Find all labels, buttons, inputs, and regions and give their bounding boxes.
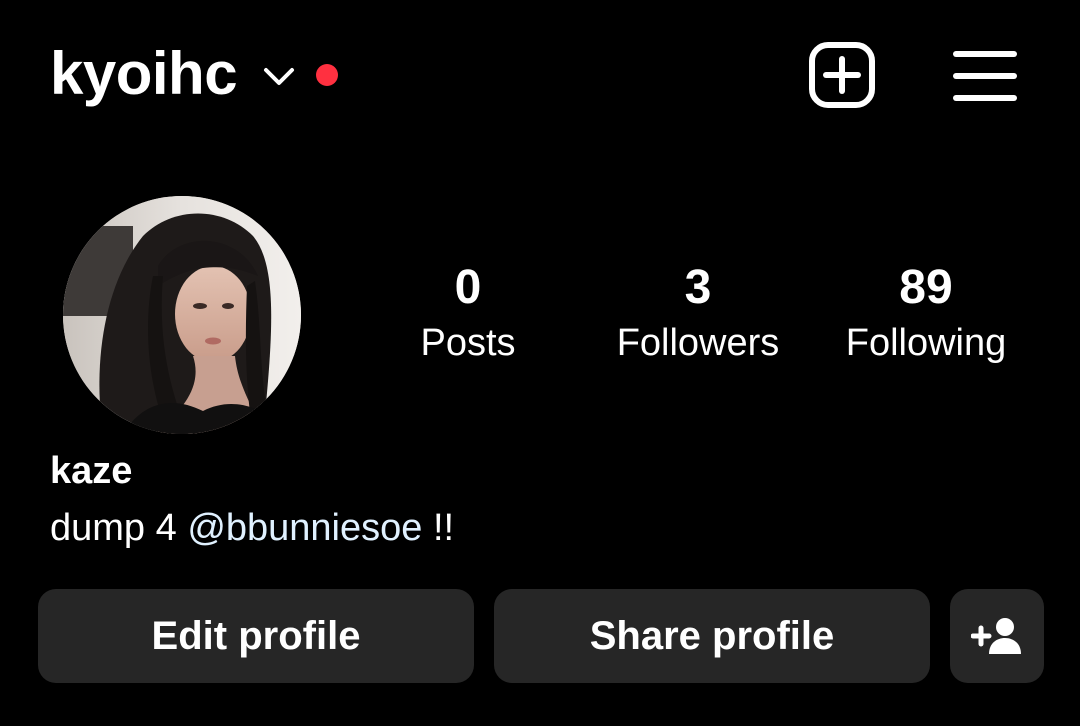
add-person-icon	[971, 618, 1021, 654]
display-name: kaze	[50, 450, 133, 492]
posts-stat[interactable]: 0 Posts	[398, 258, 538, 368]
plus-square-icon[interactable]	[808, 41, 876, 109]
following-stat[interactable]: 89 Following	[828, 258, 1024, 368]
followers-count: 3	[684, 261, 712, 314]
posts-count: 0	[454, 261, 482, 314]
profile-photo	[63, 196, 301, 434]
edit-profile-button[interactable]: Edit profile	[38, 589, 474, 683]
bio-prefix: dump 4	[50, 507, 188, 549]
bio-text: dump 4 @bbunniesoe !!	[50, 505, 454, 551]
followers-stat[interactable]: 3 Followers	[598, 258, 798, 368]
edit-profile-label: Edit profile	[151, 613, 361, 658]
share-profile-label: Share profile	[589, 613, 835, 658]
avatar[interactable]	[63, 196, 301, 434]
posts-label: Posts	[420, 322, 516, 364]
hamburger-menu-icon[interactable]	[952, 46, 1018, 106]
discover-people-button[interactable]	[950, 589, 1044, 683]
bio-suffix: !!	[422, 507, 455, 549]
profile-screen: kyoihc 0 Posts 3 Followers 89 Following …	[0, 0, 1080, 726]
share-profile-button[interactable]: Share profile	[494, 589, 930, 683]
chevron-down-icon[interactable]	[262, 62, 296, 90]
profile-header: kyoihc	[50, 38, 1020, 118]
bio-mention-link[interactable]: @bbunniesoe	[187, 507, 422, 549]
following-label: Following	[845, 322, 1007, 364]
username-title[interactable]: kyoihc	[50, 38, 238, 110]
notification-dot	[316, 64, 338, 86]
following-count: 89	[899, 261, 953, 314]
followers-label: Followers	[616, 322, 780, 364]
